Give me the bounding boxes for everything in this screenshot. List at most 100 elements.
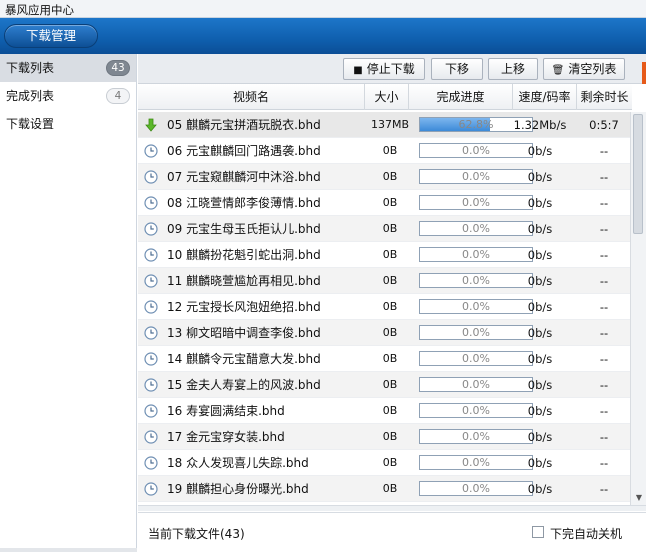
table-header: 视频名 大小 完成进度 速度/码率 剩余时长 <box>138 84 632 110</box>
video-name: 10 麒麟扮花魁引蛇出洞.bhd <box>167 248 321 262</box>
download-speed: 0b/s <box>527 274 553 288</box>
scrollbar-thumb[interactable] <box>633 114 643 234</box>
download-speed: 0b/s <box>527 326 553 340</box>
auto-shutdown-checkbox[interactable] <box>532 526 544 538</box>
column-header-progress[interactable]: 完成进度 <box>409 84 513 110</box>
file-size: 0B <box>382 170 398 183</box>
stop-download-button[interactable]: ■ 停止下载 <box>343 58 425 80</box>
video-name: 16 寿宴圆满结束.bhd <box>167 404 285 418</box>
table-row[interactable]: 08 江晓萱情郎李俊薄情.bhd 0B 0.0% 0b/s -- <box>138 190 632 216</box>
file-size: 0B <box>382 248 398 261</box>
window-title: 暴风应用中心 <box>5 3 74 17</box>
clock-icon <box>144 248 158 262</box>
table-row[interactable]: 14 麒麟令元宝醋意大发.bhd 0B 0.0% 0b/s -- <box>138 346 632 372</box>
remaining-time: -- <box>599 196 609 210</box>
video-name: 13 柳文昭暗中调查李俊.bhd <box>167 326 321 340</box>
video-name: 18 众人发现喜儿失踪.bhd <box>167 456 309 470</box>
auto-shutdown-label[interactable]: 下完自动关机 <box>550 525 622 542</box>
video-name: 17 金元宝穿女装.bhd <box>167 430 285 444</box>
file-size: 0B <box>382 404 398 417</box>
video-name: 14 麒麟令元宝醋意大发.bhd <box>167 352 321 366</box>
remaining-time: -- <box>599 456 609 470</box>
trash-icon: 🗑 <box>551 65 565 76</box>
remaining-time: 0:5:7 <box>589 118 619 132</box>
count-badge: 43 <box>106 60 130 76</box>
vertical-scrollbar[interactable]: ▼ <box>630 112 646 505</box>
table-row[interactable]: 07 元宝窥麒麟河中沐浴.bhd 0B 0.0% 0b/s -- <box>138 164 632 190</box>
sidebar-item-download-list[interactable]: 下载列表 43 <box>0 54 136 82</box>
download-table: 05 麒麟元宝拼酒玩脱衣.bhd 137MB 62.8% 1.32Mb/s 0:5:7 0… <box>138 112 632 502</box>
file-size: 0B <box>382 274 398 287</box>
download-speed: 0b/s <box>527 352 553 366</box>
video-name: 11 麒麟晓萱尴尬再相见.bhd <box>167 274 321 288</box>
video-name: 09 元宝生母玉氏拒认儿.bhd <box>167 222 321 236</box>
column-header-name[interactable]: 视频名 <box>138 84 365 110</box>
scroll-down-icon[interactable]: ▼ <box>634 493 644 503</box>
sidebar-item-download-settings[interactable]: 下载设置 <box>0 110 136 138</box>
remaining-time: -- <box>599 300 609 314</box>
file-size: 0B <box>382 456 398 469</box>
column-header-speed[interactable]: 速度/码率 <box>513 84 577 110</box>
clock-icon <box>144 144 158 158</box>
table-row[interactable]: 11 麒麟晓萱尴尬再相见.bhd 0B 0.0% 0b/s -- <box>138 268 632 294</box>
file-size: 137MB <box>370 118 410 131</box>
table-row[interactable]: 12 元宝授长风泡妞绝招.bhd 0B 0.0% 0b/s -- <box>138 294 632 320</box>
table-row[interactable]: 17 金元宝穿女装.bhd 0B 0.0% 0b/s -- <box>138 424 632 450</box>
remaining-time: -- <box>599 274 609 288</box>
clock-icon <box>144 430 158 444</box>
header-banner: 下载管理 <box>0 18 646 54</box>
download-speed: 0b/s <box>527 196 553 210</box>
table-row[interactable]: 16 寿宴圆满结束.bhd 0B 0.0% 0b/s -- <box>138 398 632 424</box>
clock-icon <box>144 456 158 470</box>
column-header-size[interactable]: 大小 <box>365 84 409 110</box>
download-speed: 0b/s <box>527 222 553 236</box>
file-size: 0B <box>382 144 398 157</box>
remaining-time: -- <box>599 248 609 262</box>
table-row[interactable]: 09 元宝生母玉氏拒认儿.bhd 0B 0.0% 0b/s -- <box>138 216 632 242</box>
table-row[interactable]: 18 众人发现喜儿失踪.bhd 0B 0.0% 0b/s -- <box>138 450 632 476</box>
video-name: 15 金夫人寿宴上的风波.bhd <box>167 378 321 392</box>
video-name: 05 麒麟元宝拼酒玩脱衣.bhd <box>167 118 321 132</box>
table-row[interactable]: 05 麒麟元宝拼酒玩脱衣.bhd 137MB 62.8% 1.32Mb/s 0:5:7 <box>138 112 632 138</box>
tab-download-manager[interactable]: 下载管理 <box>4 24 98 48</box>
download-speed: 0b/s <box>527 378 553 392</box>
sidebar-item-label: 下载设置 <box>6 117 55 131</box>
file-size: 0B <box>382 482 398 495</box>
clock-icon <box>144 482 158 496</box>
horizontal-scrollbar[interactable] <box>138 505 646 511</box>
file-size: 0B <box>382 222 398 235</box>
video-name: 08 江晓萱情郎李俊薄情.bhd <box>167 196 321 210</box>
table-row[interactable]: 15 金夫人寿宴上的风波.bhd 0B 0.0% 0b/s -- <box>138 372 632 398</box>
clock-icon <box>144 170 158 184</box>
sidebar-item-label: 下载列表 <box>6 61 55 75</box>
remaining-time: -- <box>599 170 609 184</box>
clock-icon <box>144 326 158 340</box>
remaining-time: -- <box>599 378 609 392</box>
file-size: 0B <box>382 300 398 313</box>
video-name: 19 麒麟担心身份曝光.bhd <box>167 482 309 496</box>
table-row[interactable]: 06 元宝麒麟回门路遇袭.bhd 0B 0.0% 0b/s -- <box>138 138 632 164</box>
clock-icon <box>144 274 158 288</box>
clock-icon <box>144 404 158 418</box>
download-speed: 0b/s <box>527 248 553 262</box>
current-download-count: 当前下载文件(43) <box>148 527 245 541</box>
move-up-button[interactable]: 上移 <box>488 58 538 80</box>
table-row[interactable]: 10 麒麟扮花魁引蛇出洞.bhd 0B 0.0% 0b/s -- <box>138 242 632 268</box>
clock-icon <box>144 222 158 236</box>
move-down-button[interactable]: 下移 <box>431 58 483 80</box>
title-bar: 暴风应用中心 <box>0 0 646 18</box>
clear-list-button[interactable]: 🗑 清空列表 <box>543 58 625 80</box>
download-speed: 0b/s <box>527 456 553 470</box>
table-row[interactable]: 19 麒麟担心身份曝光.bhd 0B 0.0% 0b/s -- <box>138 476 632 502</box>
clock-icon <box>144 378 158 392</box>
download-speed: 0b/s <box>527 482 553 496</box>
main-panel: ■ 停止下载 下移 上移 🗑 清空列表 视频名 大小 完成进度 速度/码率 剩余时长… <box>138 54 646 552</box>
remaining-time: -- <box>599 144 609 158</box>
status-bar: 当前下载文件(43) 下完自动关机 <box>138 512 646 552</box>
sidebar-item-completed-list[interactable]: 完成列表 4 <box>0 82 136 110</box>
download-speed: 0b/s <box>527 170 553 184</box>
column-header-remaining[interactable]: 剩余时长 <box>577 84 632 110</box>
table-row[interactable]: 13 柳文昭暗中调查李俊.bhd 0B 0.0% 0b/s -- <box>138 320 632 346</box>
download-speed: 0b/s <box>527 430 553 444</box>
side-handle[interactable] <box>642 62 646 84</box>
